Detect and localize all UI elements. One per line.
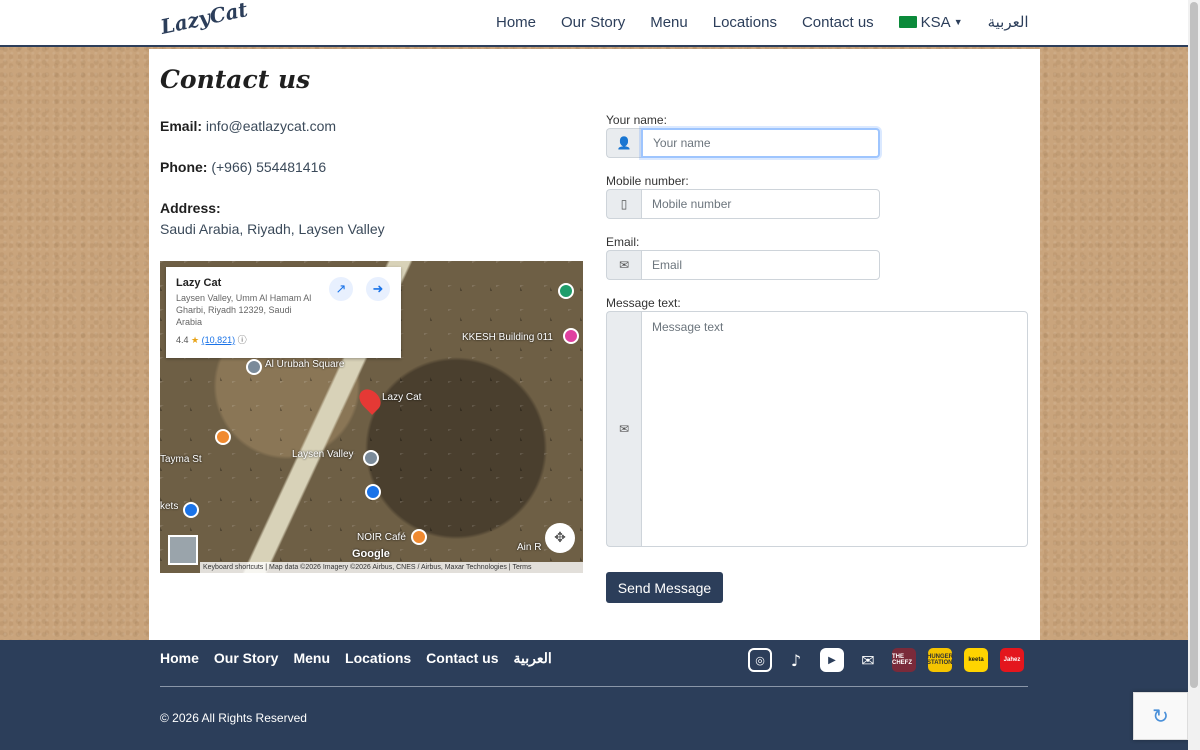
open-external-icon[interactable]: ↗ <box>329 277 353 301</box>
country-dropdown[interactable]: KSA ▼ <box>898 13 963 31</box>
terms-link[interactable]: Terms <box>512 564 531 571</box>
nav-locations[interactable]: Locations <box>713 13 777 31</box>
map-pan-control-icon[interactable]: ✥ <box>545 523 575 553</box>
jahez-app-icon[interactable]: Jahez <box>1000 648 1024 672</box>
send-message-button[interactable]: Send Message <box>606 572 723 603</box>
envelope-icon: ✉ <box>606 250 641 280</box>
map-attribution: Keyboard shortcuts | Map data ©2026 Imag… <box>200 562 583 573</box>
keyboard-shortcuts-link[interactable]: Keyboard shortcuts <box>203 564 263 571</box>
map-place-address: Laysen Valley, Umm Al Hamam Al Gharbi, R… <box>176 293 312 327</box>
youtube-icon[interactable]: ▶ <box>820 648 844 672</box>
map-rating: 4.4 ★ (10,821) ⓘ <box>176 333 391 346</box>
user-icon: 👤 <box>606 128 641 158</box>
map-poi-laysen-icon[interactable] <box>363 450 379 466</box>
brand-logo[interactable]: LazyCat <box>158 0 249 39</box>
map-label-laysen: Laysen Valley <box>292 449 354 460</box>
review-count-link[interactable]: (10,821) <box>202 335 236 345</box>
caret-down-icon: ▼ <box>953 17 963 27</box>
phone-label: Phone: <box>160 159 208 175</box>
cafe-poi-icon[interactable] <box>411 529 427 545</box>
cart-poi-icon[interactable] <box>183 502 199 518</box>
footer-nav-contact-us[interactable]: Contact us <box>426 650 498 667</box>
google-map[interactable]: Lazy Cat Laysen Valley, Umm Al Hamam Al … <box>160 261 583 573</box>
phone-info: Phone: (+966) 554481416 <box>160 159 326 175</box>
keeta-app-icon[interactable]: keeta <box>964 648 988 672</box>
map-poi-grey-icon[interactable] <box>246 359 262 375</box>
map-type-toggle[interactable] <box>168 535 198 565</box>
star-icon: ★ <box>191 335 200 345</box>
name-label: Your name: <box>606 113 667 127</box>
map-place-card: Lazy Cat Laysen Valley, Umm Al Hamam Al … <box>166 267 401 358</box>
instagram-icon[interactable]: ◎ <box>748 648 772 672</box>
saudi-flag-icon <box>898 16 917 28</box>
hungerstation-app-icon[interactable]: HUNGER STATION <box>927 648 953 672</box>
nav-our-story[interactable]: Our Story <box>561 13 625 31</box>
shopping-poi-icon[interactable] <box>365 484 381 500</box>
tiktok-icon[interactable]: ♪ <box>784 648 808 672</box>
map-poi-green-icon[interactable] <box>558 283 574 299</box>
mobile-input[interactable] <box>641 189 880 219</box>
footer-nav-locations[interactable]: Locations <box>345 650 411 667</box>
page-scrollbar[interactable] <box>1188 0 1200 750</box>
mobile-label: Mobile number: <box>606 174 689 188</box>
email-field-label: Email: <box>606 235 640 249</box>
address-value: Saudi Arabia, Riyadh, Laysen Valley <box>160 221 385 237</box>
page-title: Contact us <box>160 65 311 94</box>
message-label: Message text: <box>606 296 681 310</box>
map-label-lazycat: Lazy Cat <box>382 392 422 403</box>
footer-nav: Home Our Story Menu Locations Contact us… <box>160 650 567 667</box>
name-group: 👤 <box>606 128 880 158</box>
email-link[interactable]: info@eatlazycat.com <box>206 118 336 134</box>
location-pin-icon[interactable] <box>355 385 385 415</box>
rating-value: 4.4 <box>176 335 189 345</box>
directions-icon[interactable]: ➜ <box>366 277 390 301</box>
scrollbar-thumb[interactable] <box>1190 2 1198 688</box>
map-poi-pink-icon[interactable] <box>563 328 579 344</box>
nav-home[interactable]: Home <box>496 13 536 31</box>
envelope-open-icon: ✉ <box>606 311 641 547</box>
main-nav: Home Our Story Menu Locations Contact us… <box>496 13 1054 32</box>
map-label-kkesh: KKESH Building 011 <box>462 332 553 343</box>
mobile-group: ▯ <box>606 189 880 219</box>
country-label: KSA <box>920 13 951 31</box>
footer: Home Our Story Menu Locations Contact us… <box>0 640 1188 750</box>
email-info: Email: info@eatlazycat.com <box>160 118 336 134</box>
message-group: ✉ <box>606 311 1028 547</box>
nav-menu[interactable]: Menu <box>650 13 688 31</box>
map-label-ain: Ain R <box>517 542 542 553</box>
map-label-kets: kets <box>160 501 179 512</box>
name-input[interactable] <box>641 128 880 158</box>
social-links: ◎ ♪ ▶ ✉ THE CHEFZ HUNGER STATION keeta J… <box>748 648 1024 672</box>
info-icon[interactable]: ⓘ <box>238 335 247 345</box>
footer-nav-arabic[interactable]: العربية <box>514 650 552 667</box>
map-data-text: Map data ©2026 Imagery ©2026 Airbus, CNE… <box>269 564 507 571</box>
copyright: © 2026 All Rights Reserved <box>160 711 307 725</box>
contact-card: Contact us Email: info@eatlazycat.com Ph… <box>149 49 1040 640</box>
email-group: ✉ <box>606 250 880 280</box>
phone-link[interactable]: (+966) 554481416 <box>211 159 326 175</box>
top-navbar: LazyCat Home Our Story Menu Locations Co… <box>0 0 1188 47</box>
footer-nav-home[interactable]: Home <box>160 650 199 667</box>
restaurant-poi-icon[interactable] <box>215 429 231 445</box>
footer-nav-menu[interactable]: Menu <box>293 650 330 667</box>
address-info: Address: <box>160 200 221 216</box>
nav-contact-us[interactable]: Contact us <box>802 13 874 31</box>
map-label-tayma: Tayma St <box>160 454 202 465</box>
nav-language-arabic[interactable]: العربية <box>988 13 1029 31</box>
google-logo: Google <box>352 548 390 560</box>
recaptcha-badge[interactable]: ↻ <box>1133 692 1188 740</box>
email-label: Email: <box>160 118 203 134</box>
mobile-phone-icon: ▯ <box>606 189 641 219</box>
thechefz-app-icon[interactable]: THE CHEFZ <box>892 648 916 672</box>
message-textarea[interactable] <box>641 311 1028 547</box>
email-input[interactable] <box>641 250 880 280</box>
footer-divider <box>160 686 1028 687</box>
mail-icon[interactable]: ✉ <box>856 648 880 672</box>
footer-nav-our-story[interactable]: Our Story <box>214 650 279 667</box>
map-label-noir: NOIR Café <box>357 532 406 543</box>
address-label: Address: <box>160 200 221 216</box>
map-label-urubah: Al Urubah Square <box>265 359 345 370</box>
map-place-name: Lazy Cat <box>176 277 222 289</box>
